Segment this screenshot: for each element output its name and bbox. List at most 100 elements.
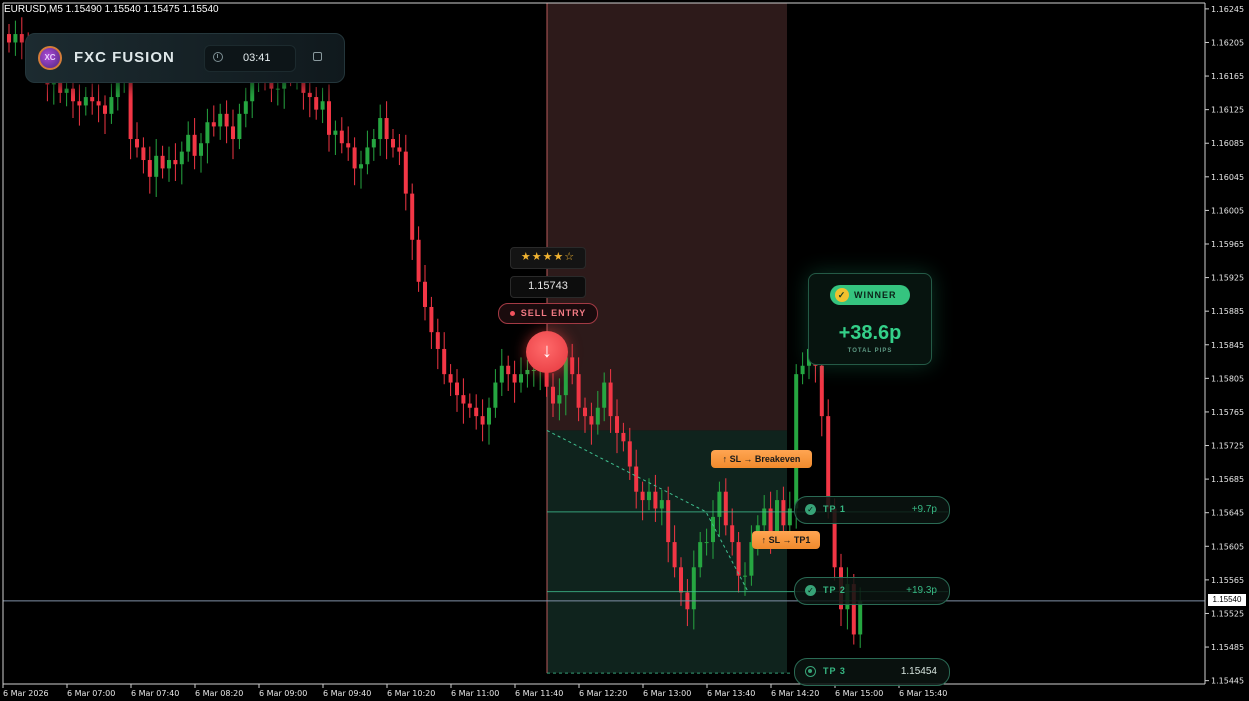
price-tick-label: 1.15485: [1211, 643, 1244, 652]
time-tick-label: 6 Mar 2026: [3, 689, 49, 698]
candle-body: [736, 542, 741, 576]
candle-body: [455, 382, 459, 396]
candle-body: [179, 151, 184, 165]
candle-body: [615, 416, 619, 433]
candle-body: [103, 105, 107, 114]
time-tick-label: 6 Mar 07:40: [131, 689, 179, 698]
candle-body: [13, 34, 18, 43]
candle-body: [519, 374, 523, 383]
candle-body: [211, 122, 216, 127]
tp1-name: TP 1: [823, 504, 846, 514]
candle-body: [224, 113, 229, 127]
candle-body: [858, 600, 863, 635]
total-pips-caption: TOTAL PIPS: [847, 348, 893, 354]
price-tick-label: 1.15925: [1211, 274, 1244, 283]
candle-body: [704, 542, 709, 544]
price-tick-label: 1.15685: [1211, 475, 1244, 484]
price-tick-label: 1.15565: [1211, 576, 1244, 585]
time-tick-label: 6 Mar 15:40: [899, 689, 947, 698]
time-tick-label: 6 Mar 09:40: [323, 689, 371, 698]
time-tick-label: 6 Mar 12:20: [579, 689, 627, 698]
candle-body: [595, 407, 600, 425]
candle-body: [275, 88, 280, 90]
price-tick-label: 1.16245: [1211, 5, 1244, 14]
candle-body: [512, 374, 517, 383]
candle-body: [672, 542, 677, 568]
price-tick-label: 1.16205: [1211, 38, 1244, 47]
tp3-value: 1.15454: [900, 666, 937, 677]
candle-body: [19, 34, 24, 43]
candle-body: [243, 101, 248, 114]
price-tick-label: 1.15725: [1211, 442, 1244, 451]
candle-body: [775, 500, 779, 534]
candle-body: [659, 500, 664, 509]
stop-button[interactable]: [309, 48, 327, 66]
time-tick-label: 6 Mar 11:40: [515, 689, 563, 698]
candle-body: [691, 567, 696, 610]
price-tick-label: 1.15765: [1211, 408, 1244, 417]
sell-arrow-down-icon[interactable]: ↓: [526, 331, 568, 373]
candle-body: [352, 147, 357, 169]
candle-body: [384, 118, 389, 140]
time-tick-label: 6 Mar 14:20: [771, 689, 819, 698]
candle-body: [77, 101, 82, 106]
candle-body: [416, 239, 421, 282]
candle-body: [339, 130, 344, 144]
candle-body: [717, 491, 722, 517]
price-tick-label: 1.16125: [1211, 106, 1244, 115]
candle-body: [723, 491, 728, 526]
candle-body: [487, 407, 491, 425]
candle-body: [403, 151, 408, 194]
price-tick-label: 1.15805: [1211, 374, 1244, 383]
candle-timer: 03:41: [204, 45, 296, 72]
winner-card: ✓ WINNER +38.6p TOTAL PIPS: [808, 273, 932, 365]
total-pips-value: +38.6p: [838, 322, 902, 344]
candle-body: [147, 160, 152, 177]
candle-body: [653, 491, 658, 509]
candle-body: [231, 126, 235, 140]
candle-body: [787, 508, 792, 526]
candle-body: [333, 130, 338, 135]
price-tick-label: 1.15845: [1211, 341, 1244, 350]
candle-body: [474, 407, 479, 417]
tp3-name: TP 3: [823, 666, 846, 676]
tp1-value: +9.7p: [911, 504, 937, 515]
fxc-logo-icon: XC: [38, 46, 62, 70]
candle-body: [135, 139, 139, 148]
candle-body: [141, 147, 146, 161]
candle-body: [359, 164, 363, 169]
price-tick-label: 1.15645: [1211, 509, 1244, 518]
candle-body: [90, 97, 95, 102]
candle-body: [96, 101, 101, 106]
candle-body: [435, 332, 440, 349]
candle-body: [743, 575, 747, 577]
candle-body: [794, 374, 799, 509]
candle-body: [640, 491, 645, 501]
candle-body: [467, 403, 472, 408]
candle-body: [391, 139, 395, 148]
price-chart[interactable]: 1.16245 1.16205 1.16165 1.16125 1.16085 1.160…: [0, 0, 1249, 701]
candle-body: [218, 113, 223, 127]
candle-body: [205, 122, 210, 144]
tp3-pill: TP 3 1.15454: [794, 658, 950, 686]
time-tick-label: 6 Mar 11:00: [451, 689, 499, 698]
candle-body: [730, 525, 735, 543]
candle-body: [397, 147, 402, 152]
candle-body: [781, 500, 786, 526]
candle-body: [71, 88, 75, 102]
sl-to-tp1-tag: ↑ SL → TP1: [752, 531, 820, 549]
candle-body: [570, 357, 575, 375]
candle-body: [480, 416, 485, 425]
candle-body: [679, 567, 683, 593]
candle-body: [666, 500, 671, 543]
candle-body: [448, 374, 453, 383]
price-tick-label: 1.15605: [1211, 542, 1244, 551]
candle-body: [634, 466, 639, 492]
stop-square-icon: [313, 52, 322, 61]
winner-badge-text: WINNER: [854, 290, 897, 300]
candle-body: [551, 386, 555, 404]
candle-body: [589, 416, 594, 425]
candle-body: [499, 365, 504, 383]
tp1-pill: ✓ TP 1 +9.7p: [794, 496, 950, 524]
stop-loss-zone: [547, 3, 787, 431]
